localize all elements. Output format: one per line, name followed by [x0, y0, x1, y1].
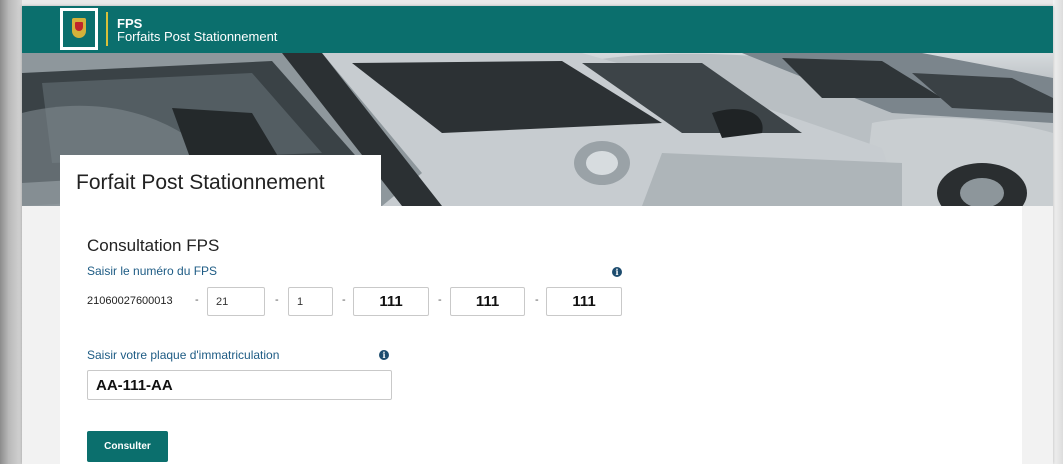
logo-background [63, 11, 95, 47]
city-logo[interactable] [60, 8, 98, 50]
fps-separator: - [535, 294, 539, 306]
fps-field-3[interactable]: 111 [353, 287, 429, 316]
fps-field-4[interactable]: 111 [450, 287, 525, 316]
consultation-card: Consultation FPS Saisir le numéro du FPS… [60, 206, 1022, 464]
fps-field-1[interactable]: 21 [207, 287, 265, 316]
window-frame-left [0, 0, 22, 464]
fps-separator: - [438, 294, 442, 306]
plate-label: Saisir votre plaque d'immatriculation [87, 348, 280, 362]
info-icon[interactable]: i [379, 350, 389, 360]
fps-number-label: Saisir le numéro du FPS [87, 264, 218, 278]
page-title: Forfait Post Stationnement [76, 171, 325, 194]
fps-separator: - [195, 294, 199, 306]
section-title: Consultation FPS [87, 236, 220, 255]
app-subtitle: Forfaits Post Stationnement [117, 29, 278, 44]
header-divider [106, 12, 108, 46]
hero-banner: Forfait Post Stationnement [22, 53, 1053, 206]
fps-field-5[interactable]: 111 [546, 287, 622, 316]
hero-title-box: Forfait Post Stationnement [60, 155, 381, 206]
fps-separator: - [342, 294, 346, 306]
fps-prefix: 21060027600013 [87, 295, 173, 307]
consulter-button[interactable]: Consulter [87, 431, 168, 462]
page: FPS Forfaits Post Stationnement Forfait … [22, 6, 1053, 464]
app-header: FPS Forfaits Post Stationnement [22, 6, 1053, 53]
shield-icon [72, 18, 86, 38]
window-frame-right [1053, 0, 1063, 464]
info-icon[interactable]: i [612, 267, 622, 277]
license-plate-input[interactable]: AA-111-AA [87, 370, 392, 400]
fps-field-2[interactable]: 1 [288, 287, 333, 316]
fps-separator: - [275, 294, 279, 306]
